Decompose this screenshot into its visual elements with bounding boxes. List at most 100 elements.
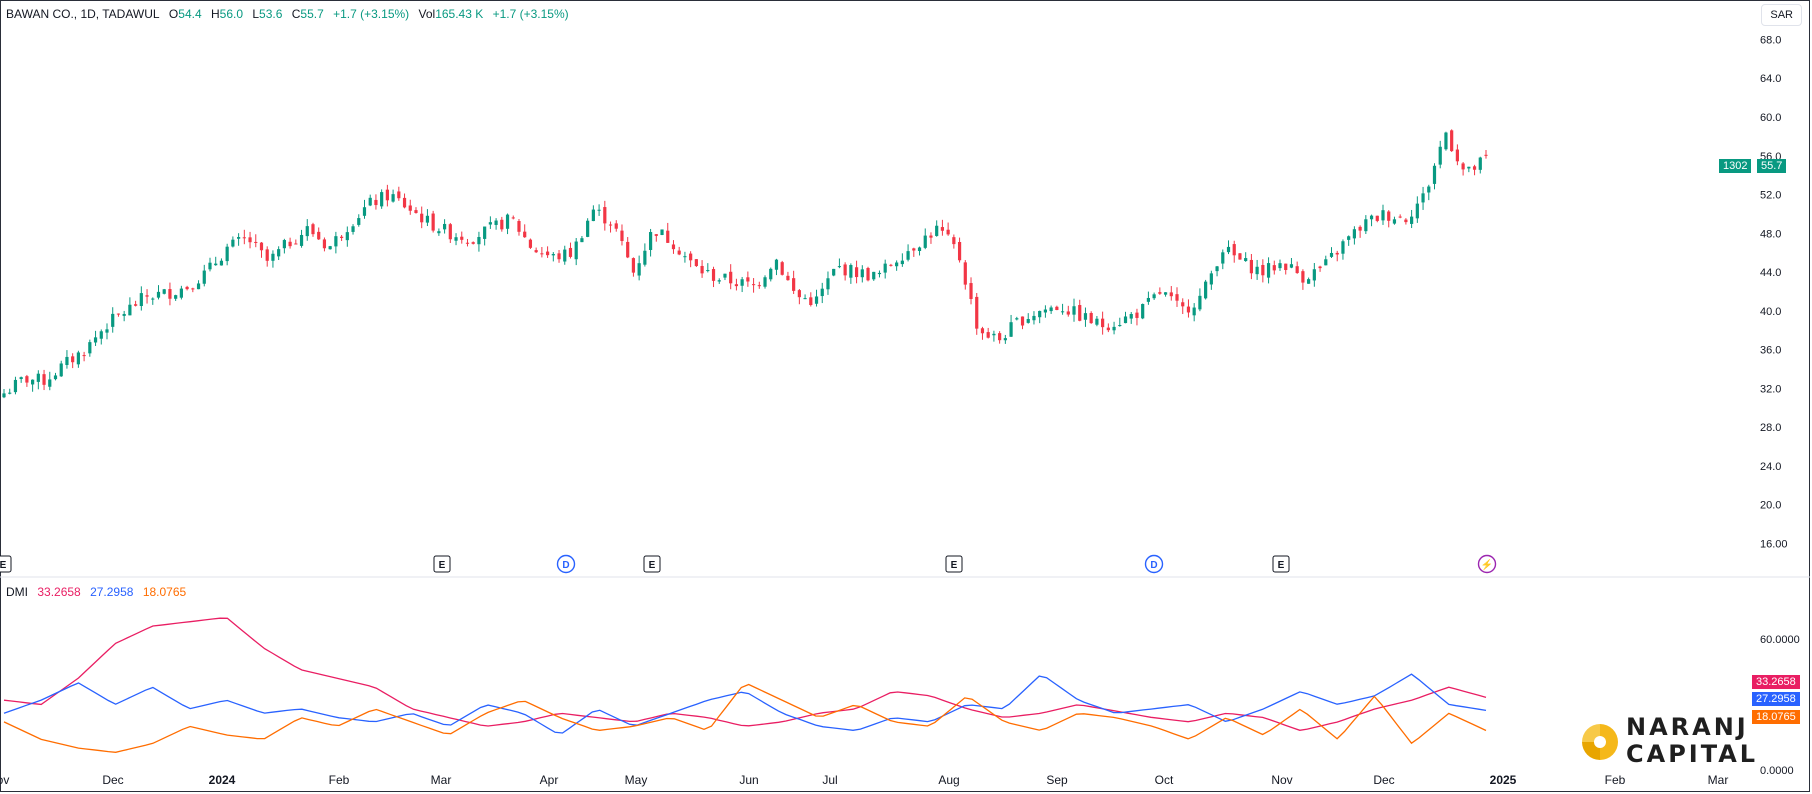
- candle-body: [231, 239, 235, 247]
- candle-body: [305, 226, 309, 237]
- candle-body: [282, 240, 286, 249]
- candle-body: [288, 241, 292, 247]
- candle-body: [980, 328, 985, 334]
- candle-body: [763, 277, 767, 287]
- candle-body: [711, 269, 716, 281]
- candle-body: [202, 270, 206, 284]
- event-marker-label: D: [562, 560, 569, 571]
- candle-body: [557, 253, 561, 260]
- candle-body: [225, 246, 229, 262]
- candle-body: [740, 279, 744, 286]
- candle-body: [505, 214, 510, 229]
- candle-body: [1135, 312, 1139, 318]
- candle-body: [1438, 146, 1442, 165]
- price-axis-tick: 24.0: [1760, 461, 1781, 473]
- price-tag-ticker: 1302: [1719, 159, 1752, 173]
- candle-body: [1255, 266, 1259, 275]
- price-axis-tick: 36.0: [1760, 345, 1781, 357]
- dmi-label: DMI: [6, 585, 28, 599]
- candle-body: [483, 226, 487, 239]
- candle-body: [442, 223, 447, 230]
- candle-body: [654, 234, 658, 236]
- candle-body: [1307, 279, 1311, 284]
- candle-body: [1032, 315, 1036, 321]
- candle-body: [420, 213, 424, 223]
- candle-body: [374, 199, 378, 206]
- candle-body: [328, 246, 332, 250]
- candle-body: [826, 278, 830, 290]
- candle-body: [906, 251, 910, 260]
- candle-body: [1364, 219, 1368, 232]
- candle-body: [1392, 219, 1397, 224]
- candle-body: [1015, 318, 1019, 320]
- candle-body: [465, 242, 470, 244]
- candle-body: [1484, 154, 1488, 156]
- event-marker-label: E: [649, 560, 656, 571]
- candle-body: [391, 194, 395, 202]
- vol-change-value: +1.7 (+3.15%): [492, 7, 569, 21]
- candle-body: [265, 249, 269, 261]
- candle-body: [940, 227, 945, 231]
- candle-body: [1450, 130, 1454, 152]
- candle-body: [339, 236, 344, 238]
- candle-body: [1427, 186, 1431, 193]
- candle-body: [1020, 316, 1025, 326]
- change-value: +1.7 (+3.15%): [333, 7, 410, 21]
- candle-body: [774, 259, 779, 270]
- open-value: 54.4: [178, 7, 202, 21]
- time-axis-tick: Aug: [938, 773, 959, 787]
- time-axis-tick: Feb: [329, 773, 350, 787]
- time-axis-tick: Dec: [1373, 773, 1394, 787]
- candle-body: [19, 377, 23, 380]
- candle-body: [1038, 310, 1042, 318]
- price-axis-tick: 60.0: [1760, 112, 1781, 124]
- candle-body: [1289, 264, 1294, 268]
- candle-body: [65, 356, 69, 365]
- candle-body: [1432, 165, 1437, 184]
- candle-body: [1226, 246, 1231, 253]
- candle-body: [1467, 166, 1471, 169]
- candle-body: [517, 221, 521, 232]
- candle-body: [545, 251, 550, 256]
- event-marker: E: [0, 555, 12, 573]
- chart-canvas[interactable]: 68.0 64.0 60.0 56.0 52.0 48.0 44.0 40.0 36.0 32.0…: [0, 0, 1812, 794]
- time-axis-tick: 2024: [209, 773, 236, 787]
- candle-body: [1266, 263, 1271, 278]
- candle-body: [1221, 252, 1225, 264]
- candle-body: [523, 231, 527, 238]
- candle-body: [820, 288, 824, 297]
- candle-body: [134, 304, 138, 306]
- price-axis-tick: 68.0: [1760, 34, 1781, 46]
- candle-body: [1249, 259, 1253, 274]
- candle-body: [700, 265, 704, 274]
- candle-body: [500, 219, 504, 230]
- candle-body: [299, 234, 304, 246]
- candle-body: [214, 263, 218, 266]
- candle-body: [734, 284, 739, 287]
- plus-di-tag: 27.2958: [1752, 692, 1800, 706]
- candle-body: [534, 250, 538, 253]
- candle-body: [311, 224, 315, 235]
- adx-tag: 33.2658: [1752, 675, 1800, 689]
- candle-body: [528, 239, 533, 248]
- time-axis-tick: Oct: [1155, 773, 1174, 787]
- symbol-name: BAWAN CO., 1D, TADAWUL: [6, 7, 160, 21]
- candle-body: [1272, 265, 1276, 271]
- price-axis-tick: 64.0: [1760, 73, 1781, 85]
- candle-body: [511, 217, 515, 219]
- candle-body: [917, 247, 922, 251]
- candle-body: [574, 241, 578, 260]
- price-axis-tick: 32.0: [1760, 383, 1781, 395]
- candle-body: [1141, 304, 1145, 319]
- candle-body: [71, 356, 75, 363]
- candle-body: [156, 291, 161, 298]
- candle-body: [471, 242, 475, 244]
- candle-body: [1175, 294, 1179, 301]
- currency-button[interactable]: SAR: [1761, 4, 1802, 26]
- price-axis-tick: 52.0: [1760, 190, 1781, 202]
- candle-body: [368, 197, 372, 206]
- price-axis-tick: 20.0: [1760, 500, 1781, 512]
- candle-body: [677, 250, 681, 255]
- high-label: H: [210, 7, 220, 21]
- candles-group: [2, 129, 1488, 399]
